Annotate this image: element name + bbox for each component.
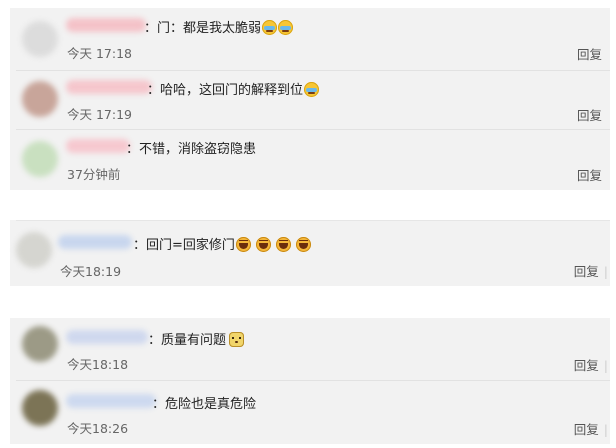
laugh-emoji bbox=[255, 237, 271, 252]
reply-button[interactable]: 回复 bbox=[577, 44, 602, 63]
laugh-emoji bbox=[275, 237, 291, 252]
cry-laugh-emoji bbox=[278, 20, 294, 35]
comment-item: ：哈哈，这回门的解释到位 今天 17:19 回复 bbox=[10, 71, 610, 129]
comment-item: ：门：都是我太脆弱 今天 17:18 回复 bbox=[10, 8, 610, 70]
reply-button[interactable]: 回复 | bbox=[574, 355, 608, 374]
username[interactable] bbox=[66, 330, 148, 344]
comment-item: ：不错，消除盗窃隐患 37分钟前 回复 bbox=[10, 130, 610, 190]
comment-group-1: ：门：都是我太脆弱 今天 17:18 回复 ：哈哈，这回门的解释到位 今天 17… bbox=[10, 8, 610, 190]
comment-time: 今天 17:19 bbox=[67, 107, 132, 122]
username[interactable] bbox=[58, 235, 132, 249]
reply-button[interactable]: 回复 | bbox=[574, 261, 608, 280]
comment-item: ：危险也是真危险 今天18:26 回复 | bbox=[10, 381, 610, 444]
reply-button[interactable]: 回复 bbox=[577, 165, 602, 184]
comment-item: ：质量有问题 今天18:18 回复 | bbox=[10, 318, 610, 380]
separator-bar: | bbox=[603, 264, 608, 279]
comment-time: 今天18:26 bbox=[67, 421, 129, 436]
comment-time: 37分钟前 bbox=[67, 167, 121, 182]
comment-group-2: ：回门=回家修门 今天18:19 回复 | bbox=[10, 220, 610, 286]
doge-emoji bbox=[229, 332, 245, 347]
laugh-emoji bbox=[295, 237, 311, 252]
comment-time: 今天 17:18 bbox=[67, 46, 132, 61]
avatar[interactable] bbox=[22, 390, 58, 426]
avatar[interactable] bbox=[16, 232, 52, 268]
comment-text: ：不错，消除盗窃隐患 bbox=[126, 142, 257, 157]
comment-time: 今天18:18 bbox=[67, 357, 129, 372]
comment-text: ：质量有问题 bbox=[148, 329, 245, 348]
laugh-emoji bbox=[235, 237, 251, 252]
username[interactable] bbox=[66, 80, 152, 94]
avatar[interactable] bbox=[22, 326, 58, 362]
reply-button[interactable]: 回复 bbox=[577, 105, 602, 124]
separator-bar: | bbox=[603, 358, 608, 373]
comment-time: 今天18:19 bbox=[60, 264, 122, 279]
comment-text: ：哈哈，这回门的解释到位 bbox=[147, 79, 320, 98]
separator-bar: | bbox=[603, 422, 608, 437]
username[interactable] bbox=[66, 394, 156, 408]
comment-text: ：回门=回家修门 bbox=[133, 234, 311, 253]
avatar[interactable] bbox=[22, 141, 58, 177]
comment-item: ：回门=回家修门 今天18:19 回复 | bbox=[10, 221, 610, 286]
comment-group-3: ：质量有问题 今天18:18 回复 | ：危险也是真危险 今天18:26 回复 | bbox=[10, 318, 610, 444]
avatar[interactable] bbox=[22, 21, 58, 57]
comment-text: ：危险也是真危险 bbox=[152, 397, 257, 412]
comment-text: ：门：都是我太脆弱 bbox=[144, 17, 294, 36]
username[interactable] bbox=[66, 139, 130, 153]
cry-laugh-emoji bbox=[262, 20, 278, 35]
username[interactable] bbox=[66, 18, 146, 32]
reply-button[interactable]: 回复 | bbox=[574, 419, 608, 438]
avatar[interactable] bbox=[22, 81, 58, 117]
cry-laugh-emoji bbox=[304, 82, 320, 97]
